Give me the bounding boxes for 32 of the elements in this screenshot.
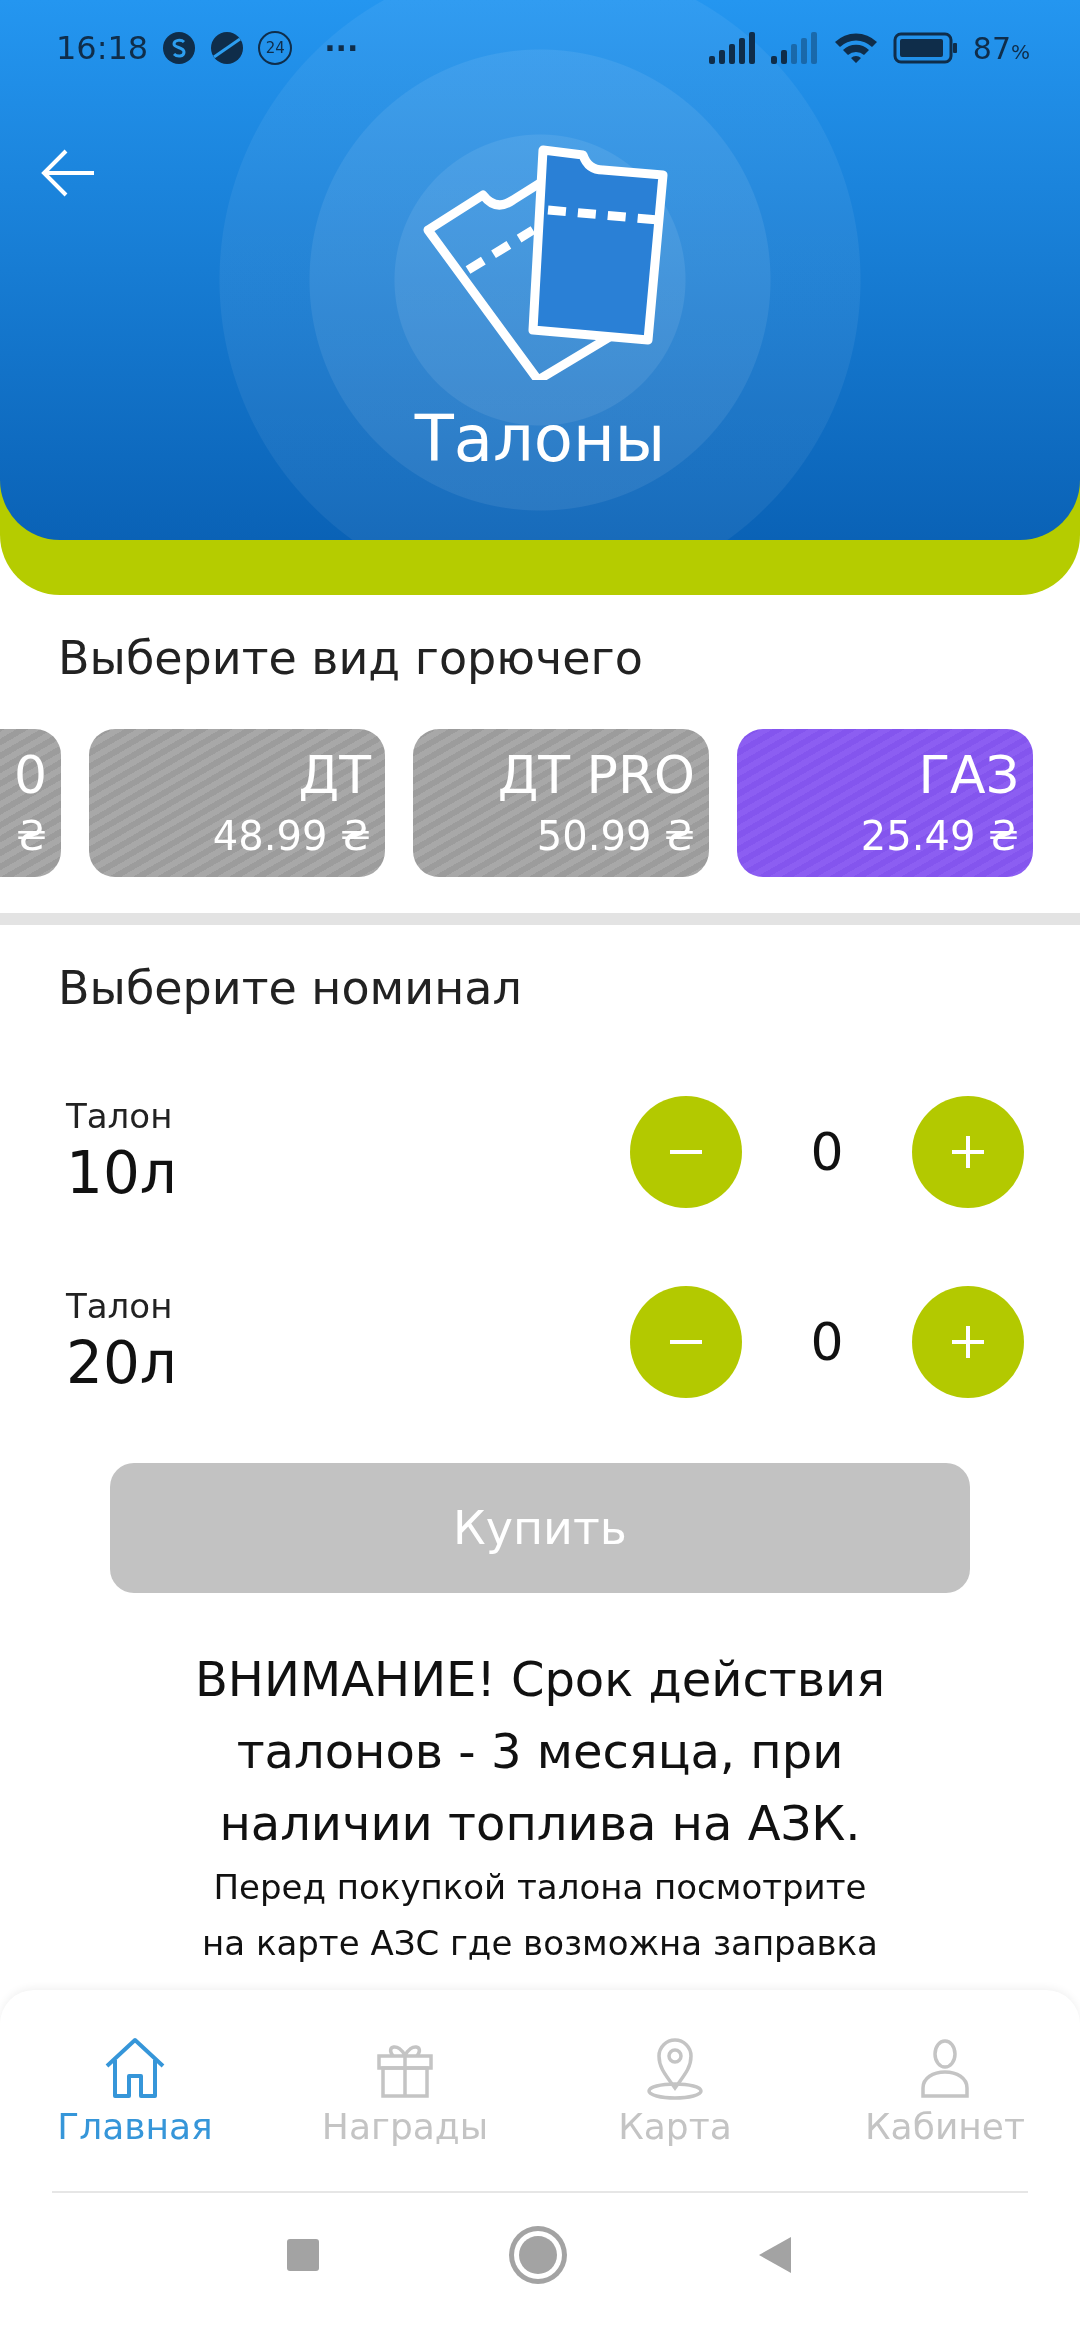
nav-tab[interactable]: Карта bbox=[618, 2036, 732, 2147]
quantity-value: 0 bbox=[809, 1122, 845, 1182]
back-triangle-button[interactable] bbox=[757, 2235, 793, 2275]
app-icon bbox=[162, 31, 197, 65]
section-heading: Выберите номинал bbox=[57, 960, 523, 1015]
home-icon bbox=[103, 2036, 167, 2100]
voucher-volume: 10л bbox=[66, 1138, 178, 1209]
signal-icon bbox=[770, 32, 819, 64]
voucher-label: Талон bbox=[66, 1285, 174, 1327]
note-text: Перед покупкой талона посмотрите на карте АЗС где возможна заправка bbox=[201, 1866, 879, 1965]
planet-icon bbox=[210, 31, 245, 65]
page-title: Талоны bbox=[413, 402, 667, 476]
recents-button[interactable] bbox=[287, 2239, 319, 2271]
nav-tab[interactable]: Награды bbox=[321, 2036, 489, 2147]
quantity-value: 0 bbox=[809, 1312, 845, 1372]
fuel-card[interactable]: 0 ₴ bbox=[0, 729, 61, 877]
signal-icon bbox=[708, 32, 757, 64]
battery-icon bbox=[892, 32, 959, 64]
fuel-card[interactable]: ДТ 48.99 ₴ bbox=[89, 729, 385, 877]
section-heading: Выберите вид горючего bbox=[57, 630, 644, 685]
fuel-card[interactable]: ГАЗ 25.49 ₴ bbox=[737, 729, 1033, 877]
battery-percent: 87% bbox=[972, 30, 1030, 66]
notification-badge: 24 bbox=[258, 31, 293, 65]
warning-text: ВНИМАНИЕ! Срок действия талонов - 3 месяца, при наличии топлива на АЗК. bbox=[193, 1650, 887, 1853]
more-indicator: ··· bbox=[324, 30, 359, 66]
nav-tab[interactable]: Кабинет bbox=[865, 2036, 1025, 2147]
voucher-label: Талон bbox=[66, 1095, 174, 1137]
back-button[interactable] bbox=[40, 148, 96, 198]
nav-tab[interactable]: Главная bbox=[57, 2036, 213, 2147]
status-time: 16:18 bbox=[56, 29, 149, 67]
fuel-card[interactable]: ДТ PRO 50.99 ₴ bbox=[413, 729, 709, 877]
voucher-volume: 20л bbox=[66, 1328, 178, 1399]
